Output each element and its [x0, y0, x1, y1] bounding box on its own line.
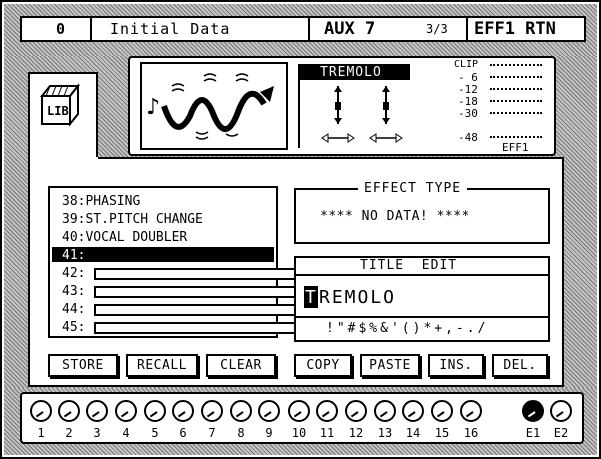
- svg-text:♪: ♪: [146, 95, 160, 120]
- lib-icon: LIB: [38, 82, 81, 127]
- knob-label: 11: [319, 426, 335, 440]
- knob-label: 10: [291, 426, 307, 440]
- paste-button[interactable]: PASTE: [360, 354, 420, 377]
- page-indicator: 3/3: [426, 22, 448, 36]
- effect-name: TREMOLO: [320, 65, 382, 80]
- header-bar: 0 Initial Data AUX 7 3/3 EFF1 RTN: [20, 16, 586, 42]
- insert-button[interactable]: INS.: [428, 354, 484, 377]
- channel-name: EFF1 RTN: [474, 19, 556, 39]
- meter-label-6: - 6: [458, 71, 478, 84]
- meter-label-18: -18: [458, 95, 478, 108]
- title-value: REMOLO: [319, 287, 397, 308]
- knob-label: E1: [525, 426, 541, 440]
- library-list[interactable]: 38:PHASING 39:ST.PITCH CHANGE 40:VOCAL D…: [48, 186, 318, 338]
- list-item[interactable]: 39:ST.PITCH CHANGE: [62, 212, 203, 227]
- pan-faders-graphic: [321, 86, 403, 143]
- knob-11[interactable]: [316, 400, 338, 422]
- knob-label: E2: [553, 426, 569, 440]
- knob-label: 6: [179, 426, 187, 440]
- list-item[interactable]: 42:: [62, 266, 85, 281]
- knob-9[interactable]: [258, 400, 280, 422]
- empty-slot-bar: [94, 286, 318, 298]
- knob-e1[interactable]: [522, 400, 544, 422]
- list-item[interactable]: 41:: [62, 248, 85, 263]
- copy-button[interactable]: COPY: [294, 354, 352, 377]
- effect-type-value: **** NO DATA! ****: [320, 209, 470, 224]
- knob-12[interactable]: [345, 400, 367, 422]
- knob-e2[interactable]: [550, 400, 572, 422]
- list-item[interactable]: 45:: [62, 320, 85, 335]
- knob-16[interactable]: [460, 400, 482, 422]
- effect-type-title: EFFECT TYPE: [358, 182, 468, 195]
- empty-slot-bar: [94, 304, 318, 316]
- knob-label: 15: [434, 426, 450, 440]
- knob-label: 5: [151, 426, 159, 440]
- clear-button[interactable]: CLEAR: [206, 354, 276, 377]
- knob-label: 16: [463, 426, 479, 440]
- knob-1[interactable]: [30, 400, 52, 422]
- knob-6[interactable]: [172, 400, 194, 422]
- knob-8[interactable]: [230, 400, 252, 422]
- effect-name-box: TREMOLO: [298, 64, 410, 148]
- meter-label-48: -48: [458, 131, 478, 144]
- title-edit-heading: TITLE EDIT: [360, 258, 458, 273]
- knob-10[interactable]: [288, 400, 310, 422]
- screen: 0 Initial Data AUX 7 3/3 EFF1 RTN LIB ♪ …: [0, 0, 601, 459]
- meter-dots: [490, 58, 542, 148]
- level-meter: CLIP - 6 -12 -18 -30 -48 EFF1: [448, 58, 552, 154]
- tremolo-wave-graphic: ♪: [140, 62, 288, 150]
- list-item[interactable]: 44:: [62, 302, 85, 317]
- knob-4[interactable]: [115, 400, 137, 422]
- knob-label: 2: [65, 426, 73, 440]
- recall-button[interactable]: RECALL: [126, 354, 198, 377]
- meter-label-30: -30: [458, 107, 478, 120]
- knob-label: 1: [37, 426, 45, 440]
- title-input[interactable]: T REMOLO: [304, 284, 540, 310]
- empty-slot-bar: [94, 268, 318, 280]
- knob-7[interactable]: [201, 400, 223, 422]
- knob-3[interactable]: [86, 400, 108, 422]
- meter-label-12: -12: [458, 83, 478, 96]
- effect-display: ♪ TREMOLO CLIP - 6 -12 -18 -30 -48 EFF1: [128, 56, 556, 156]
- title-edit-box: TITLE EDIT T REMOLO !"#$%&'()*+,-./: [294, 256, 550, 342]
- knob-label: 3: [93, 426, 101, 440]
- list-item[interactable]: 38:PHASING: [62, 194, 140, 209]
- charset-palette[interactable]: !"#$%&'()*+,-./: [326, 322, 488, 335]
- knob-label: 9: [265, 426, 273, 440]
- knob-label: 8: [237, 426, 245, 440]
- meter-channel: EFF1: [502, 141, 529, 154]
- lib-label: LIB: [47, 104, 69, 118]
- meter-label-clip: CLIP: [454, 59, 479, 70]
- knob-label: 13: [377, 426, 393, 440]
- bus-name: AUX 7: [324, 19, 376, 39]
- knob-5[interactable]: [144, 400, 166, 422]
- knob-14[interactable]: [402, 400, 424, 422]
- knob-13[interactable]: [374, 400, 396, 422]
- empty-slot-bar: [94, 322, 318, 334]
- scene-number[interactable]: 0: [56, 22, 65, 37]
- cursor-char: T: [305, 287, 316, 308]
- lib-tab[interactable]: LIB: [28, 72, 98, 158]
- knob-label: 4: [122, 426, 130, 440]
- store-button[interactable]: STORE: [48, 354, 118, 377]
- list-item[interactable]: 43:: [62, 284, 85, 299]
- delete-button[interactable]: DEL.: [492, 354, 548, 377]
- knob-15[interactable]: [431, 400, 453, 422]
- knob-2[interactable]: [58, 400, 80, 422]
- list-item[interactable]: 40:VOCAL DOUBLER: [62, 230, 187, 245]
- knob-label: 14: [405, 426, 421, 440]
- scene-name: Initial Data: [110, 20, 231, 38]
- wave-icon: ♪: [146, 73, 274, 140]
- knob-label: 7: [208, 426, 216, 440]
- knob-label: 12: [348, 426, 364, 440]
- effect-type-box: EFFECT TYPE **** NO DATA! ****: [294, 182, 550, 244]
